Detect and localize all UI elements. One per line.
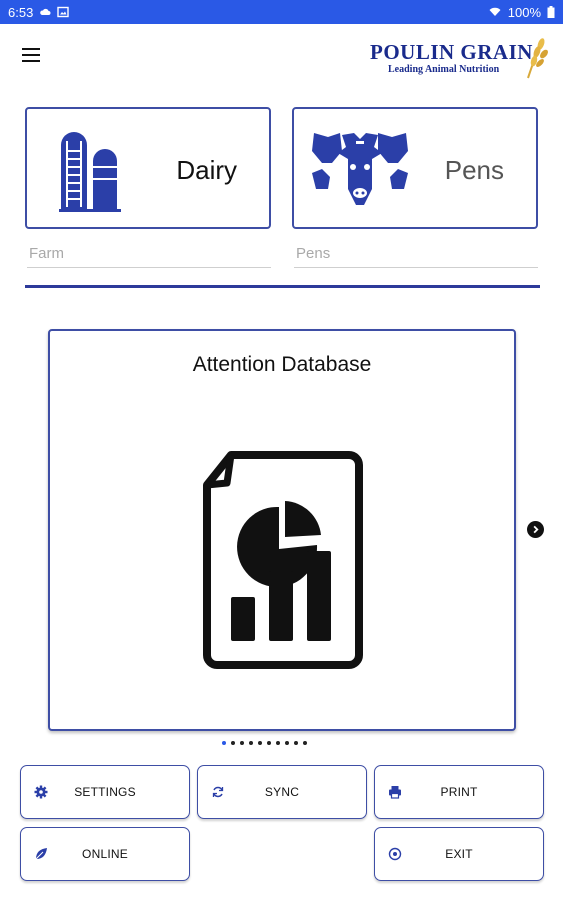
sync-label: SYNC xyxy=(264,785,300,799)
exit-icon xyxy=(388,847,402,861)
status-bar-left: 6:53 xyxy=(8,4,70,20)
report-chart-icon xyxy=(203,451,363,669)
settings-button[interactable]: SETTINGS xyxy=(20,765,190,819)
sync-button[interactable]: SYNC xyxy=(197,765,367,819)
farm-card-label: Dairy xyxy=(176,155,237,185)
carousel-next-button[interactable] xyxy=(527,521,544,538)
carousel-dot[interactable] xyxy=(222,741,226,745)
battery-percent: 100% xyxy=(507,4,541,20)
silo-icon xyxy=(59,132,121,212)
wifi-icon xyxy=(489,7,501,16)
status-time: 6:53 xyxy=(8,4,34,20)
app-bar: POULIN GRAIN Leading Animal Nutrition xyxy=(0,24,563,92)
carousel-dot[interactable] xyxy=(303,741,307,745)
status-bar: 6:53 100% xyxy=(0,0,563,24)
pens-field[interactable] xyxy=(294,240,538,268)
carousel-dot[interactable] xyxy=(231,741,235,745)
pens-card-label: Pens xyxy=(444,155,504,185)
carousel-dot[interactable] xyxy=(276,741,280,745)
carousel-dot[interactable] xyxy=(285,741,289,745)
exit-button[interactable]: EXIT xyxy=(374,827,544,881)
carousel-dot[interactable] xyxy=(249,741,253,745)
sync-icon xyxy=(212,786,224,798)
online-button[interactable]: ONLINE xyxy=(20,827,190,881)
carousel-dot[interactable] xyxy=(294,741,298,745)
farm-field[interactable] xyxy=(27,240,271,268)
online-label: ONLINE xyxy=(82,847,128,861)
farm-select-card[interactable]: Dairy xyxy=(25,107,271,229)
carousel-page-indicator xyxy=(222,739,307,747)
image-notification-icon xyxy=(57,6,70,18)
carousel-dot[interactable] xyxy=(258,741,262,745)
print-label: PRINT xyxy=(440,785,478,799)
pens-select-card[interactable]: Pens xyxy=(292,107,538,229)
exit-label: EXIT xyxy=(445,847,473,861)
battery-icon xyxy=(547,6,555,18)
printer-icon xyxy=(389,786,401,799)
leaf-icon xyxy=(35,848,47,860)
status-bar-right: 100% xyxy=(488,5,555,20)
slide-title: Attention Database xyxy=(192,353,372,376)
gear-icon xyxy=(34,785,48,799)
print-button[interactable]: PRINT xyxy=(374,765,544,819)
hamburger-menu-icon[interactable] xyxy=(22,42,48,68)
settings-label: SETTINGS xyxy=(74,785,136,799)
wheat-icon xyxy=(527,38,548,79)
section-divider xyxy=(25,285,540,288)
chevron-right-icon xyxy=(533,525,539,534)
logo-title: POULIN GRAIN xyxy=(370,40,533,64)
carousel-slide-attention-database[interactable]: Attention Database xyxy=(48,329,516,731)
brand-logo: POULIN GRAIN Leading Animal Nutrition xyxy=(370,34,550,86)
carousel-dot[interactable] xyxy=(267,741,271,745)
cloud-icon xyxy=(40,8,51,15)
carousel-dot[interactable] xyxy=(240,741,244,745)
logo-tagline: Leading Animal Nutrition xyxy=(388,64,500,75)
cow-heads-icon xyxy=(312,133,408,205)
